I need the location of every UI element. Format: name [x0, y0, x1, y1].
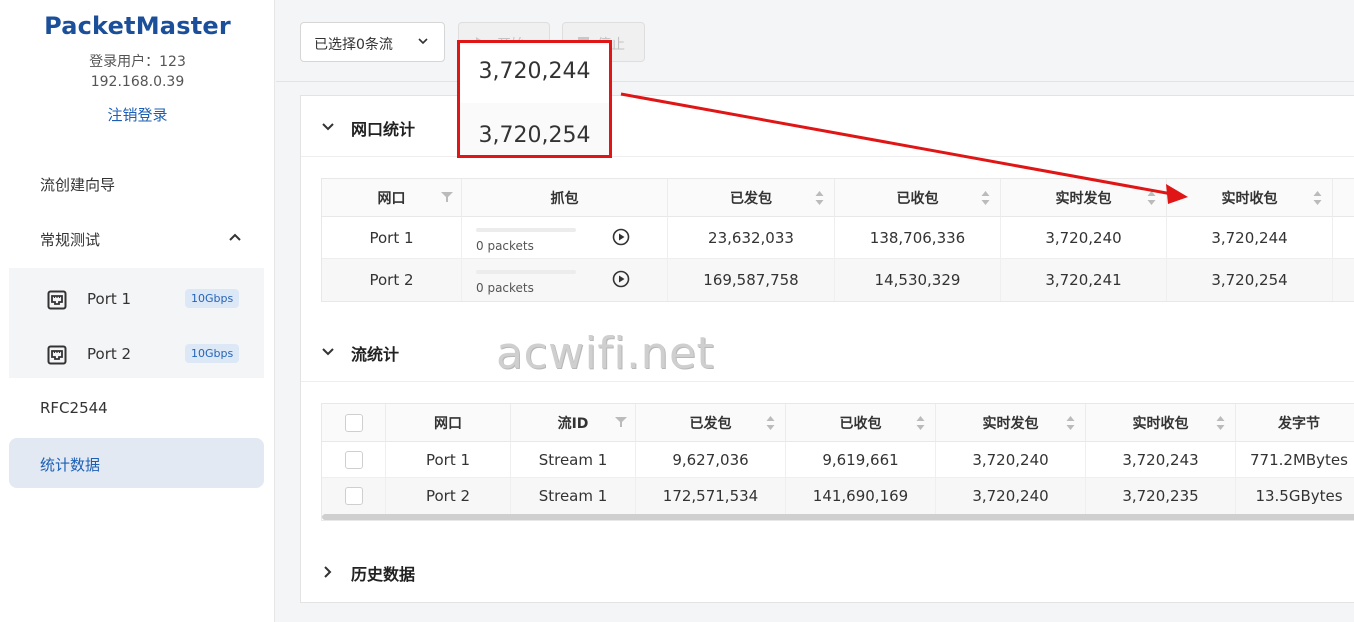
annotation-arrow [620, 92, 1188, 204]
